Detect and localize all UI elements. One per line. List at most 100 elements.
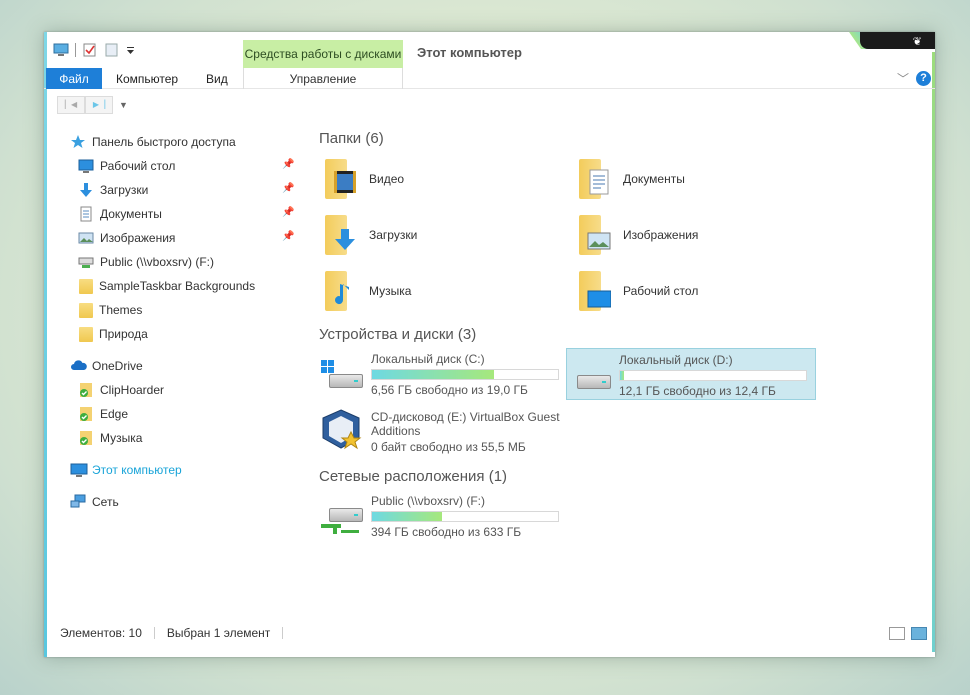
tab-view[interactable]: Вид bbox=[206, 72, 228, 86]
drive-name: Локальный диск (C:) bbox=[371, 352, 485, 366]
sidebar-item-quick-access[interactable]: Панель быстрого доступа bbox=[68, 130, 298, 154]
navigation-pane: Панель быстрого доступа Рабочий стол 📌 З… bbox=[68, 130, 298, 514]
content-pane: Папки (6) Видео Документы Загрузки Изобр… bbox=[319, 130, 919, 546]
drive-free-space: 0 байт свободно из 55,5 МБ bbox=[371, 440, 526, 454]
sidebar-item-label: Сеть bbox=[92, 495, 119, 509]
tab-manage[interactable]: Управление bbox=[243, 68, 403, 89]
document-icon bbox=[78, 206, 94, 222]
drive-usage-fill bbox=[372, 512, 443, 521]
pictures-folder-icon bbox=[573, 213, 617, 257]
sidebar-item-label: Изображения bbox=[100, 231, 176, 245]
sidebar-item-label: Панель быстрого доступа bbox=[92, 135, 236, 149]
sidebar-item-this-pc[interactable]: Этот компьютер bbox=[68, 458, 298, 482]
folder-icon bbox=[79, 326, 93, 342]
devices-group-header[interactable]: Устройства и диски (3) bbox=[319, 326, 919, 348]
sidebar-item-onedrive[interactable]: OneDrive bbox=[68, 354, 298, 378]
folder-desktop[interactable]: Рабочий стол bbox=[573, 268, 813, 314]
sidebar-item-sample-backgrounds[interactable]: SampleTaskbar Backgrounds bbox=[68, 274, 298, 298]
explorer-window: Средства работы с дисками Этот компьютер… bbox=[44, 32, 935, 657]
window-edge-right bbox=[932, 52, 935, 652]
sidebar-item-themes[interactable]: Themes bbox=[68, 298, 298, 322]
drive-usage-bar bbox=[619, 370, 807, 381]
sidebar-item-label: Edge bbox=[100, 407, 129, 421]
drive-e-cd[interactable]: CD-дисковод (E:) VirtualBox Guest Additi… bbox=[319, 406, 569, 462]
drive-c[interactable]: Локальный диск (C:) 6,56 ГБ свободно из … bbox=[319, 348, 569, 400]
drive-usage-fill bbox=[372, 370, 494, 379]
folder-name: Видео bbox=[369, 172, 405, 186]
network-group-header[interactable]: Сетевые расположения (1) bbox=[319, 468, 919, 490]
pin-icon[interactable]: 📌 bbox=[282, 159, 294, 170]
sidebar-item-edge[interactable]: Edge bbox=[68, 402, 298, 426]
back-button[interactable]: ▏◀ bbox=[57, 96, 85, 114]
virtualbox-cd-icon bbox=[319, 406, 367, 454]
sidebar-item-label: OneDrive bbox=[92, 359, 143, 373]
forward-button[interactable]: ▶▕ bbox=[85, 96, 113, 114]
disk-tools-tab[interactable]: Средства работы с дисками bbox=[243, 40, 403, 68]
computer-icon[interactable] bbox=[53, 43, 69, 57]
sidebar-item-label: Документы bbox=[100, 207, 162, 221]
sidebar-item-label: SampleTaskbar Backgrounds bbox=[99, 279, 256, 293]
folder-documents[interactable]: Документы bbox=[573, 156, 813, 202]
tab-file[interactable]: Файл bbox=[46, 68, 102, 89]
synced-folder-icon bbox=[78, 382, 94, 398]
star-icon bbox=[70, 134, 86, 150]
download-icon bbox=[78, 182, 94, 198]
image-icon bbox=[78, 230, 94, 246]
window-title: Этот компьютер bbox=[417, 45, 522, 60]
folder-name: Рабочий стол bbox=[623, 284, 699, 298]
drive-usage-bar bbox=[371, 511, 559, 522]
details-view-icon[interactable] bbox=[889, 627, 905, 640]
sidebar-item-label: Музыка bbox=[100, 431, 143, 445]
drive-name: CD-дисковод (E:) VirtualBox Guest Additi… bbox=[371, 410, 560, 438]
customize-qat-icon[interactable] bbox=[126, 43, 142, 57]
ribbon-expand-icon[interactable]: ﹀ bbox=[897, 70, 909, 87]
drive-d[interactable]: Локальный диск (D:) 12,1 ГБ свободно из … bbox=[566, 348, 816, 400]
view-switcher bbox=[889, 627, 927, 640]
drive-name: Локальный диск (D:) bbox=[619, 353, 733, 367]
folder-music[interactable]: Музыка bbox=[319, 268, 559, 314]
recent-locations-icon[interactable]: ▼ bbox=[119, 100, 128, 110]
status-separator bbox=[153, 627, 155, 639]
folder-video[interactable]: Видео bbox=[319, 156, 559, 202]
drive-usage-bar bbox=[371, 369, 559, 380]
network-drive-f[interactable]: Public (\\vboxsrv) (F:) 394 ГБ свободно … bbox=[319, 490, 569, 542]
sidebar-item-downloads[interactable]: Загрузки 📌 bbox=[68, 178, 298, 202]
sidebar-item-label: Public (\\vboxsrv) (F:) bbox=[100, 255, 215, 269]
tiles-view-icon[interactable] bbox=[911, 627, 927, 640]
sidebar-item-label: Природа bbox=[99, 327, 148, 341]
help-icon[interactable]: ? bbox=[916, 71, 931, 86]
sidebar-item-desktop[interactable]: Рабочий стол 📌 bbox=[68, 154, 298, 178]
synced-folder-icon bbox=[78, 406, 94, 422]
folder-downloads[interactable]: Загрузки bbox=[319, 212, 559, 258]
new-folder-icon[interactable] bbox=[104, 43, 120, 57]
sidebar-item-network[interactable]: Сеть bbox=[68, 490, 298, 514]
status-bar: Элементов: 10 Выбран 1 элемент bbox=[60, 626, 295, 640]
cloud-icon bbox=[70, 358, 87, 374]
drive-free-space: 12,1 ГБ свободно из 12,4 ГБ bbox=[619, 384, 776, 398]
pin-icon[interactable]: 📌 bbox=[282, 231, 294, 242]
sidebar-item-label: ClipHoarder bbox=[100, 383, 165, 397]
sidebar-item-public-share[interactable]: Public (\\vboxsrv) (F:) bbox=[68, 250, 298, 274]
properties-icon[interactable] bbox=[82, 43, 98, 57]
pin-icon[interactable]: 📌 bbox=[282, 183, 294, 194]
sidebar-item-documents[interactable]: Документы 📌 bbox=[68, 202, 298, 226]
desktop-folder-icon bbox=[573, 269, 617, 313]
folder-pictures[interactable]: Изображения bbox=[573, 212, 813, 258]
quick-access-toolbar bbox=[53, 43, 142, 57]
sidebar-item-pictures[interactable]: Изображения 📌 bbox=[68, 226, 298, 250]
network-grid: Public (\\vboxsrv) (F:) 394 ГБ свободно … bbox=[319, 490, 919, 546]
sidebar-item-nature[interactable]: Природа bbox=[68, 322, 298, 346]
folder-icon bbox=[79, 302, 93, 318]
tab-computer[interactable]: Компьютер bbox=[116, 72, 178, 86]
qat-separator bbox=[75, 43, 76, 57]
folders-grid: Видео Документы Загрузки Изображения Муз… bbox=[319, 156, 919, 326]
documents-folder-icon bbox=[573, 157, 617, 201]
network-icon bbox=[70, 494, 86, 510]
folder-name: Изображения bbox=[623, 228, 699, 242]
folders-group-header[interactable]: Папки (6) bbox=[319, 130, 919, 152]
sidebar-item-cliphoarder[interactable]: ClipHoarder bbox=[68, 378, 298, 402]
pin-icon[interactable]: 📌 bbox=[282, 207, 294, 218]
navigation-bar: ▏◀ ▶▕ ▼ bbox=[57, 96, 128, 114]
folder-icon bbox=[79, 278, 93, 294]
sidebar-item-music[interactable]: Музыка bbox=[68, 426, 298, 450]
